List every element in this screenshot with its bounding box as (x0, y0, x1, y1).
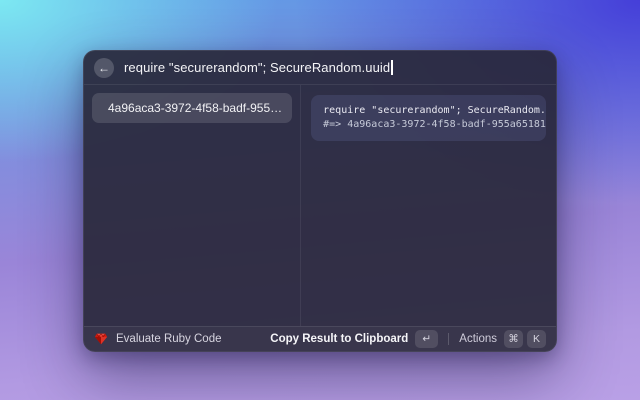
back-arrow-icon: ← (98, 61, 110, 75)
ruby-icon (94, 332, 108, 346)
code-expression: require "securerandom"; SecureRandom.uui… (323, 104, 534, 118)
copy-result-button[interactable]: Copy Result to Clipboard (270, 333, 408, 345)
k-key-icon[interactable]: K (527, 330, 546, 348)
list-item-uuid-result[interactable]: 4a96aca3-3972-4f58-badf-955… (92, 93, 292, 123)
back-button[interactable]: ← (94, 58, 114, 78)
detail-pane: require "securerandom"; SecureRandom.uui… (301, 85, 556, 326)
footer-actions: Copy Result to Clipboard ↵ Actions ⌘ K (270, 330, 546, 348)
actions-shortcut: ⌘ K (504, 330, 546, 348)
text-caret (391, 60, 393, 75)
results-list: 4a96aca3-3972-4f58-badf-955… (84, 85, 301, 326)
code-result-block[interactable]: require "securerandom"; SecureRandom.uui… (311, 95, 546, 141)
search-input[interactable]: require "securerandom"; SecureRandom.uui… (124, 60, 393, 75)
footer-extension-info: Evaluate Ruby Code (94, 332, 270, 346)
launcher-window: ← require "securerandom"; SecureRandom.u… (83, 50, 557, 352)
list-item-title: 4a96aca3-3972-4f58-badf-955… (108, 101, 282, 115)
footer-action-bar: Evaluate Ruby Code Copy Result to Clipbo… (84, 326, 556, 351)
footer-divider (448, 333, 449, 345)
search-bar: ← require "securerandom"; SecureRandom.u… (84, 51, 556, 85)
search-query-text: require "securerandom"; SecureRandom.uui… (124, 60, 390, 75)
return-key-icon[interactable]: ↵ (415, 330, 438, 348)
actions-button[interactable]: Actions (459, 333, 497, 345)
command-key-icon[interactable]: ⌘ (504, 330, 523, 348)
content-area: 4a96aca3-3972-4f58-badf-955… require "se… (84, 85, 556, 326)
extension-name: Evaluate Ruby Code (116, 333, 221, 345)
code-result: #=> 4a96aca3-3972-4f58-badf-955a65181003 (323, 118, 534, 132)
